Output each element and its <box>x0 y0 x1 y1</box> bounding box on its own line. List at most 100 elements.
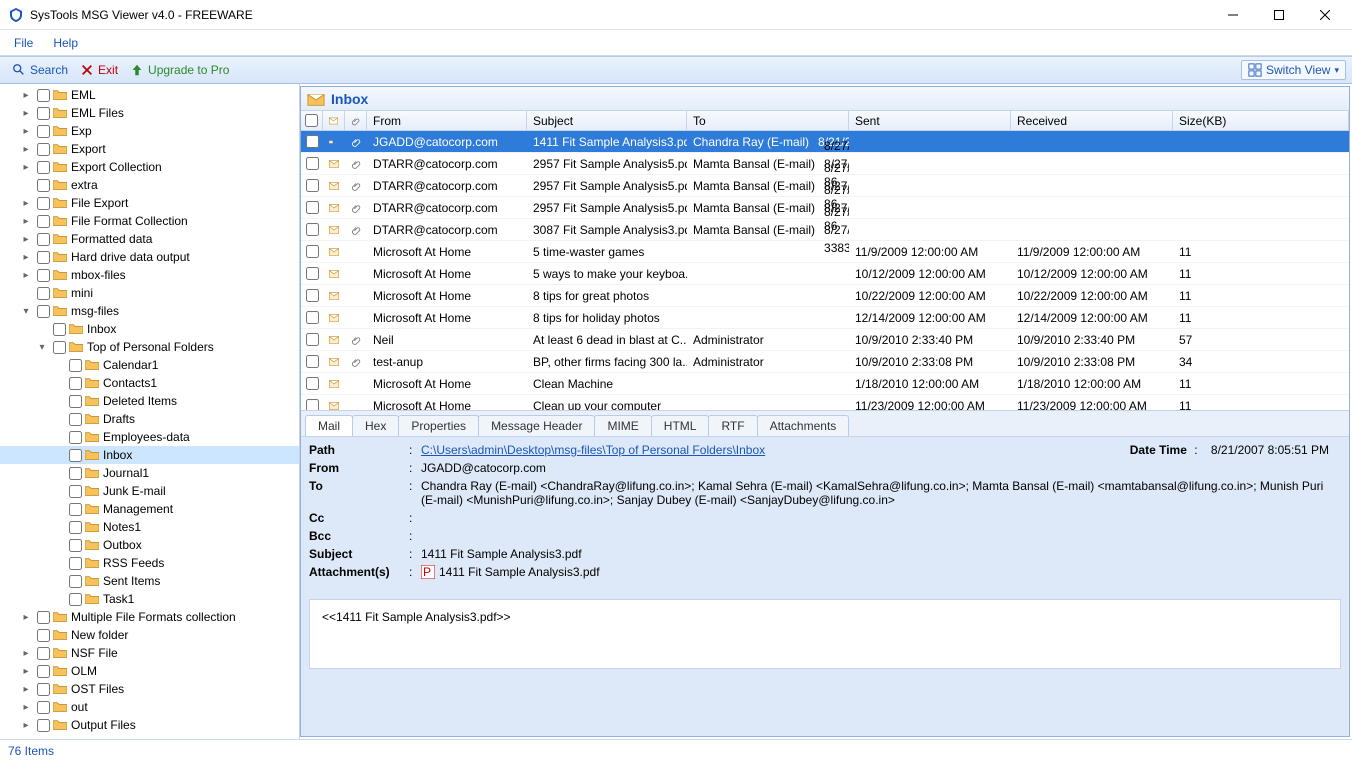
upgrade-button[interactable]: Upgrade to Pro <box>124 61 235 79</box>
row-checkbox[interactable] <box>306 377 319 390</box>
tree-item[interactable]: Sent Items <box>0 572 299 590</box>
tree-item[interactable]: ▸File Format Collection <box>0 212 299 230</box>
grid-header-size[interactable]: Size(KB) <box>1173 111 1349 130</box>
grid-header-sent[interactable]: Sent <box>849 111 1011 130</box>
mail-row[interactable]: Microsoft At Home5 ways to make your key… <box>301 263 1349 285</box>
tree-item[interactable]: ▸Multiple File Formats collection <box>0 608 299 626</box>
tree-checkbox[interactable] <box>69 557 82 570</box>
expand-toggle[interactable] <box>20 179 32 191</box>
grid-header-received[interactable]: Received <box>1011 111 1173 130</box>
tree-item[interactable]: ▸Output Files <box>0 716 299 734</box>
grid-header-subject[interactable]: Subject <box>527 111 687 130</box>
tree-item[interactable]: Contacts1 <box>0 374 299 392</box>
menu-help[interactable]: Help <box>43 32 88 54</box>
attachment-value[interactable]: P 1411 Fit Sample Analysis3.pdf <box>421 565 1341 579</box>
tree-checkbox[interactable] <box>69 539 82 552</box>
expand-toggle[interactable]: ▸ <box>20 125 32 137</box>
tree-item[interactable]: Task1 <box>0 590 299 608</box>
tree-checkbox[interactable] <box>69 377 82 390</box>
grid-header-to[interactable]: To <box>687 111 849 130</box>
expand-toggle[interactable] <box>52 449 64 461</box>
tree-item[interactable]: ▸OST Files <box>0 680 299 698</box>
row-checkbox[interactable] <box>306 157 319 170</box>
menu-file[interactable]: File <box>4 32 43 54</box>
expand-toggle[interactable] <box>52 413 64 425</box>
tree-item[interactable]: ▸Export <box>0 140 299 158</box>
expand-toggle[interactable] <box>36 323 48 335</box>
tree-item[interactable]: Inbox <box>0 446 299 464</box>
tree-item[interactable]: ▸EML <box>0 86 299 104</box>
expand-toggle[interactable]: ▸ <box>20 215 32 227</box>
tree-checkbox[interactable] <box>69 467 82 480</box>
row-checkbox[interactable] <box>306 179 319 192</box>
switch-view-button[interactable]: Switch View ▾ <box>1241 60 1346 80</box>
tab-mime[interactable]: MIME <box>594 415 651 436</box>
tree-item[interactable]: Employees-data <box>0 428 299 446</box>
tree-checkbox[interactable] <box>37 161 50 174</box>
tab-rtf[interactable]: RTF <box>708 415 757 436</box>
maximize-button[interactable] <box>1256 0 1302 30</box>
tab-mail[interactable]: Mail <box>305 415 353 436</box>
tree-checkbox[interactable] <box>69 503 82 516</box>
row-checkbox[interactable] <box>306 311 319 324</box>
mail-row[interactable]: NeilAt least 6 dead in blast at C...Admi… <box>301 329 1349 351</box>
row-checkbox[interactable] <box>306 289 319 302</box>
tree-checkbox[interactable] <box>37 125 50 138</box>
tree-item[interactable]: Drafts <box>0 410 299 428</box>
tree-item[interactable]: Deleted Items <box>0 392 299 410</box>
tree-checkbox[interactable] <box>53 323 66 336</box>
tree-checkbox[interactable] <box>37 305 50 318</box>
expand-toggle[interactable] <box>20 287 32 299</box>
tree-checkbox[interactable] <box>37 89 50 102</box>
expand-toggle[interactable] <box>52 467 64 479</box>
tree-item[interactable]: extra <box>0 176 299 194</box>
tree-checkbox[interactable] <box>37 107 50 120</box>
tree-item[interactable]: ▸out <box>0 698 299 716</box>
expand-toggle[interactable]: ▸ <box>20 107 32 119</box>
mail-row[interactable]: Microsoft At HomeClean up your computer1… <box>301 395 1349 410</box>
grid-body[interactable]: JGADD@catocorp.com1411 Fit Sample Analys… <box>301 131 1349 410</box>
close-button[interactable] <box>1302 0 1348 30</box>
expand-toggle[interactable]: ▸ <box>20 683 32 695</box>
tree-item[interactable]: RSS Feeds <box>0 554 299 572</box>
tab-hex[interactable]: Hex <box>352 415 399 436</box>
tree-checkbox[interactable] <box>37 179 50 192</box>
tree-checkbox[interactable] <box>69 485 82 498</box>
expand-toggle[interactable] <box>52 377 64 389</box>
folder-tree[interactable]: ▸EML▸EML Files▸Exp▸Export▸Export Collect… <box>0 84 300 739</box>
tab-message-header[interactable]: Message Header <box>478 415 595 436</box>
tree-checkbox[interactable] <box>69 593 82 606</box>
tree-checkbox[interactable] <box>37 683 50 696</box>
mail-row[interactable]: test-anupBP, other firms facing 300 la..… <box>301 351 1349 373</box>
tree-checkbox[interactable] <box>69 521 82 534</box>
tree-checkbox[interactable] <box>37 197 50 210</box>
tree-item[interactable]: mini <box>0 284 299 302</box>
row-checkbox[interactable] <box>306 245 319 258</box>
tree-checkbox[interactable] <box>69 395 82 408</box>
row-checkbox[interactable] <box>306 399 319 410</box>
expand-toggle[interactable]: ▸ <box>20 647 32 659</box>
expand-toggle[interactable]: ▸ <box>20 611 32 623</box>
preview-box[interactable]: <<1411 Fit Sample Analysis3.pdf>> <box>309 599 1341 669</box>
tree-checkbox[interactable] <box>37 215 50 228</box>
tree-item[interactable]: ▾Top of Personal Folders <box>0 338 299 356</box>
tree-item[interactable]: ▸Export Collection <box>0 158 299 176</box>
expand-toggle[interactable]: ▸ <box>20 269 32 281</box>
row-checkbox[interactable] <box>306 135 319 148</box>
tree-checkbox[interactable] <box>37 251 50 264</box>
expand-toggle[interactable]: ▸ <box>20 251 32 263</box>
tree-checkbox[interactable] <box>37 233 50 246</box>
expand-toggle[interactable]: ▾ <box>20 305 32 317</box>
select-all-checkbox[interactable] <box>305 114 318 127</box>
tree-item[interactable]: Notes1 <box>0 518 299 536</box>
row-checkbox[interactable] <box>306 355 319 368</box>
tab-html[interactable]: HTML <box>651 415 710 436</box>
expand-toggle[interactable]: ▸ <box>20 665 32 677</box>
tree-item[interactable]: ▸EML Files <box>0 104 299 122</box>
expand-toggle[interactable] <box>52 521 64 533</box>
tree-item[interactable]: ▸Hard drive data output <box>0 248 299 266</box>
tree-item[interactable]: ▾msg-files <box>0 302 299 320</box>
row-checkbox[interactable] <box>306 223 319 236</box>
tree-checkbox[interactable] <box>69 359 82 372</box>
mail-row[interactable]: DTARR@catocorp.com3087 Fit Sample Analys… <box>301 219 1349 241</box>
